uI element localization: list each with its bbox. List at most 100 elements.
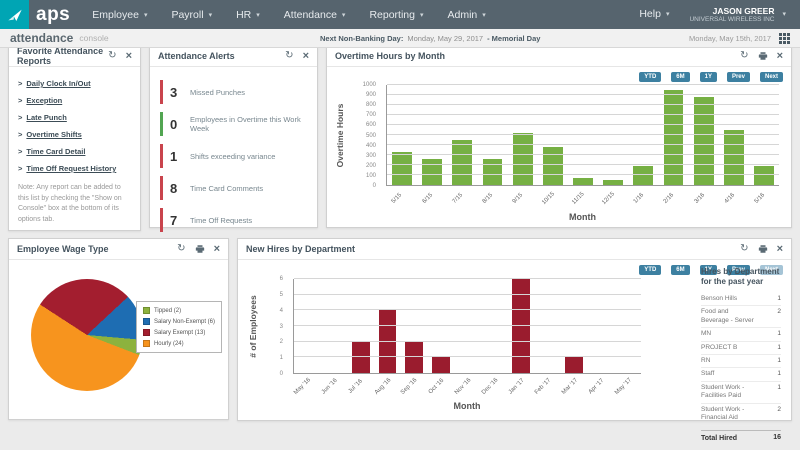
- alert-item[interactable]: 1Shifts exceeding variance: [160, 144, 307, 168]
- nav-right: Help ▾ JASON GREER UNIVERSAL WIRELESS IN…: [639, 6, 800, 24]
- print-icon[interactable]: [758, 244, 768, 254]
- report-link[interactable]: >Time Card Detail: [18, 147, 131, 156]
- y-tick: 700: [327, 112, 376, 118]
- x-tick: Feb '17: [534, 375, 561, 399]
- table-row: MN1: [701, 328, 781, 341]
- department-name: PROJECT B: [701, 344, 755, 352]
- y-tick: 0: [327, 183, 376, 189]
- bar-3-16: [694, 97, 714, 185]
- bar-7-15: [452, 140, 472, 185]
- nav-item-employee[interactable]: Employee▾: [92, 9, 147, 21]
- close-icon[interactable]: ×: [303, 51, 309, 62]
- nav-item-payroll[interactable]: Payroll▾: [171, 9, 212, 21]
- gridline: [387, 104, 779, 105]
- alert-count: 7: [163, 213, 185, 228]
- x-tick: Jan '17: [507, 375, 534, 399]
- wage-type-pie-chart: [31, 279, 143, 391]
- nav-item-label: Employee: [92, 9, 139, 21]
- user-name: JASON GREER: [689, 6, 774, 16]
- legend-swatch: [143, 329, 150, 336]
- legend-item: Salary Non-Exempt (6): [143, 318, 215, 325]
- refresh-icon[interactable]: ↻: [177, 244, 185, 254]
- close-icon[interactable]: ×: [777, 51, 783, 62]
- close-icon[interactable]: ×: [777, 244, 783, 255]
- refresh-icon[interactable]: ↻: [740, 51, 748, 61]
- refresh-icon[interactable]: ↻: [740, 244, 748, 254]
- report-link-label: Time Off Request History: [26, 164, 116, 173]
- gridline: [387, 164, 779, 165]
- link-bullet: >: [18, 130, 22, 139]
- gridline: [294, 356, 641, 357]
- nav-item-admin[interactable]: Admin▾: [447, 9, 485, 21]
- alert-count: 8: [163, 181, 185, 196]
- aps-logo-text: aps: [36, 4, 70, 26]
- report-link[interactable]: >Time Off Request History: [18, 164, 131, 173]
- y-tick: 100: [327, 173, 376, 179]
- table-row: Student Work - Facilities Paid1: [701, 382, 781, 404]
- aps-logo[interactable]: aps: [0, 0, 70, 29]
- bar-slot: [417, 85, 447, 185]
- alert-label: Missed Punches: [185, 88, 307, 97]
- alert-label: Time Card Comments: [185, 184, 307, 193]
- nav-item-reporting[interactable]: Reporting▾: [369, 9, 423, 21]
- department-count: 2: [777, 308, 781, 325]
- range-button-ytd[interactable]: YTD: [639, 72, 661, 82]
- alert-item[interactable]: 3Missed Punches: [160, 80, 307, 104]
- alert-item[interactable]: 8Time Card Comments: [160, 176, 307, 200]
- x-axis-title: Month: [386, 212, 779, 222]
- panel-header: Favorite Attendance Reports ↻ ×: [9, 46, 140, 67]
- panel-title: New Hires by Department: [246, 244, 355, 254]
- y-tick: 500: [327, 133, 376, 139]
- print-icon[interactable]: [195, 244, 205, 254]
- bar-1-16: [633, 166, 653, 186]
- alert-item[interactable]: 0Employees in Overtime this Work Week: [160, 112, 307, 136]
- subbar-right: Monday, May 15th, 2017: [689, 33, 790, 44]
- legend-swatch: [143, 307, 150, 314]
- x-tick-label: Oct '16: [428, 378, 453, 403]
- gridline: [294, 309, 641, 310]
- refresh-icon[interactable]: ↻: [108, 51, 116, 61]
- grid-menu-icon[interactable]: [779, 33, 790, 44]
- range-button-prev[interactable]: Prev: [727, 72, 750, 82]
- range-button-6m[interactable]: 6M: [671, 265, 689, 275]
- report-link[interactable]: >Late Punch: [18, 113, 131, 122]
- department-name: Staff: [701, 370, 755, 378]
- favorite-report-links: >Daily Clock In/Out >Exception >Late Punch…: [9, 67, 140, 173]
- nav-item-label: Reporting: [369, 9, 415, 21]
- user-menu[interactable]: JASON GREER UNIVERSAL WIRELESS INC ▾: [689, 6, 786, 24]
- report-link[interactable]: >Daily Clock In/Out: [18, 79, 131, 88]
- panel-attendance-alerts: Attendance Alerts ↻ × 3Missed Punches0Em…: [149, 45, 318, 228]
- nav-item-hr[interactable]: HR▾: [236, 9, 260, 21]
- report-link[interactable]: >Overtime Shifts: [18, 130, 131, 139]
- report-link[interactable]: >Exception: [18, 96, 131, 105]
- table-rows: Benson Hills1Food and Beverage - Server2…: [701, 293, 781, 426]
- print-icon[interactable]: [758, 51, 768, 61]
- close-icon[interactable]: ×: [126, 51, 132, 62]
- bar-slot: [538, 85, 568, 185]
- range-button-next[interactable]: Next: [760, 72, 783, 82]
- gridline: [387, 134, 779, 135]
- chevron-down-icon: ▾: [782, 10, 786, 18]
- nav-item-help[interactable]: Help ▾: [639, 8, 669, 20]
- range-button-6m[interactable]: 6M: [671, 72, 689, 82]
- range-button-1y[interactable]: 1Y: [700, 72, 717, 82]
- x-axis-title: Month: [293, 401, 641, 411]
- y-tick: 0: [238, 371, 283, 377]
- nav-item-attendance[interactable]: Attendance▾: [284, 9, 346, 21]
- alert-item[interactable]: 7Time Off Requests: [160, 208, 307, 232]
- table-row: Student Work - Financial Aid2: [701, 404, 781, 426]
- bar-Mar-17: [565, 357, 583, 373]
- refresh-icon[interactable]: ↻: [285, 51, 293, 61]
- x-axis-labels: May '16Jun '16Jul '16Aug '16Sep '16Oct '…: [293, 375, 641, 399]
- x-tick: Aug '16: [373, 375, 400, 399]
- overtime-bar-chart: [386, 85, 779, 186]
- close-icon[interactable]: ×: [214, 244, 220, 255]
- x-tick: 5/16: [749, 187, 779, 211]
- x-tick: Apr '17: [587, 375, 614, 399]
- panel-title: Employee Wage Type: [17, 244, 109, 254]
- x-tick: 8/15: [477, 187, 507, 211]
- x-tick-label: Jun '16: [320, 378, 346, 404]
- range-button-ytd[interactable]: YTD: [639, 265, 661, 275]
- gridline: [294, 341, 641, 342]
- bar-9-15: [513, 133, 533, 185]
